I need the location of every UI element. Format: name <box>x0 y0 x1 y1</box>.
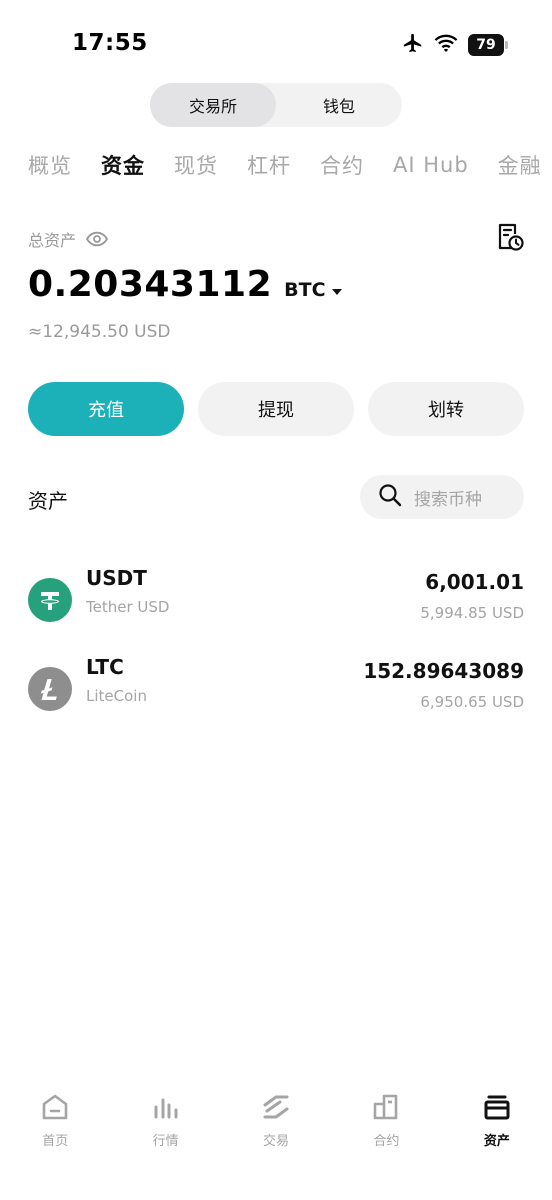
segment-wallet[interactable]: 钱包 <box>276 83 402 127</box>
btc-unit-selector[interactable]: BTC <box>284 279 342 301</box>
tab-ai-hub[interactable]: AI Hub <box>393 153 469 177</box>
deposit-button[interactable]: 充值 <box>28 382 184 436</box>
withdraw-button[interactable]: 提现 <box>198 382 354 436</box>
asset-tabs: 概览 资金 现货 杠杆 合约 AI Hub 金融 <box>28 148 552 182</box>
nav-label: 交易 <box>263 1134 290 1149</box>
nav-contract[interactable]: 合约 <box>331 1092 441 1162</box>
asset-row-ltc[interactable]: LTC LiteCoin 152.89643089 6,950.65 USD <box>28 655 524 735</box>
total-usd-approx: ≈12,945.50 USD <box>28 322 171 342</box>
airplane-icon <box>402 32 424 58</box>
home-icon <box>40 1092 70 1122</box>
coin-usd-value: 6,950.65 USD <box>420 693 524 711</box>
transfer-button[interactable]: 划转 <box>368 382 524 436</box>
nav-home[interactable]: 首页 <box>0 1092 110 1162</box>
nav-label: 资产 <box>483 1134 510 1149</box>
account-segment: 交易所 钱包 <box>150 83 402 127</box>
total-assets-label: 总资产 <box>28 231 77 250</box>
contract-icon <box>371 1092 401 1122</box>
tab-spot[interactable]: 现货 <box>174 150 218 180</box>
wifi-icon <box>434 33 458 57</box>
coin-amount: 6,001.01 <box>425 570 524 594</box>
market-chart-icon <box>151 1092 181 1122</box>
status-icons: 79 <box>402 32 508 58</box>
trade-icon <box>261 1092 291 1122</box>
status-time: 17:55 <box>72 30 148 56</box>
tab-margin[interactable]: 杠杆 <box>247 150 291 180</box>
battery-icon: 79 <box>468 34 508 56</box>
coin-symbol: USDT <box>86 566 147 590</box>
status-bar: 17:55 79 <box>0 0 552 90</box>
nav-label: 合约 <box>373 1134 400 1149</box>
coin-symbol: LTC <box>86 655 124 679</box>
history-icon[interactable] <box>496 222 524 252</box>
total-assets-label-row: 总资产 <box>28 227 109 251</box>
eye-icon[interactable] <box>86 231 109 247</box>
coin-usd-value: 5,994.85 USD <box>420 604 524 622</box>
nav-label: 首页 <box>42 1134 69 1149</box>
search-placeholder: 搜索币种 <box>414 489 482 510</box>
ltc-logo-icon <box>28 667 72 711</box>
nav-label: 行情 <box>152 1134 179 1149</box>
action-buttons: 充值 提现 划转 <box>28 382 524 436</box>
tab-contract[interactable]: 合约 <box>320 150 364 180</box>
wallet-icon <box>482 1092 512 1122</box>
nav-trade[interactable]: 交易 <box>221 1092 331 1162</box>
total-btc-row: 0.20343112 BTC <box>28 264 342 305</box>
search-icon <box>378 483 402 511</box>
coin-name: LiteCoin <box>86 687 147 705</box>
tab-funding[interactable]: 资金 <box>101 150 145 180</box>
nav-assets[interactable]: 资产 <box>442 1092 552 1162</box>
assets-section-title: 资产 <box>28 489 68 513</box>
total-btc-amount: 0.20343112 <box>28 264 273 305</box>
tab-finance[interactable]: 金融 <box>498 150 542 180</box>
coin-name: Tether USD <box>86 598 170 616</box>
nav-market[interactable]: 行情 <box>110 1092 220 1162</box>
caret-down-icon <box>331 288 342 295</box>
coin-amount: 152.89643089 <box>363 659 524 683</box>
coin-search-input[interactable]: 搜索币种 <box>360 475 524 519</box>
usdt-logo-icon <box>28 578 72 622</box>
asset-row-usdt[interactable]: USDT Tether USD 6,001.01 5,994.85 USD <box>28 566 524 646</box>
bottom-nav: 首页 行情 交易 合约 资产 <box>0 1092 552 1162</box>
tab-overview[interactable]: 概览 <box>28 150 72 180</box>
segment-exchange[interactable]: 交易所 <box>150 83 276 127</box>
btc-unit-label: BTC <box>284 279 326 301</box>
